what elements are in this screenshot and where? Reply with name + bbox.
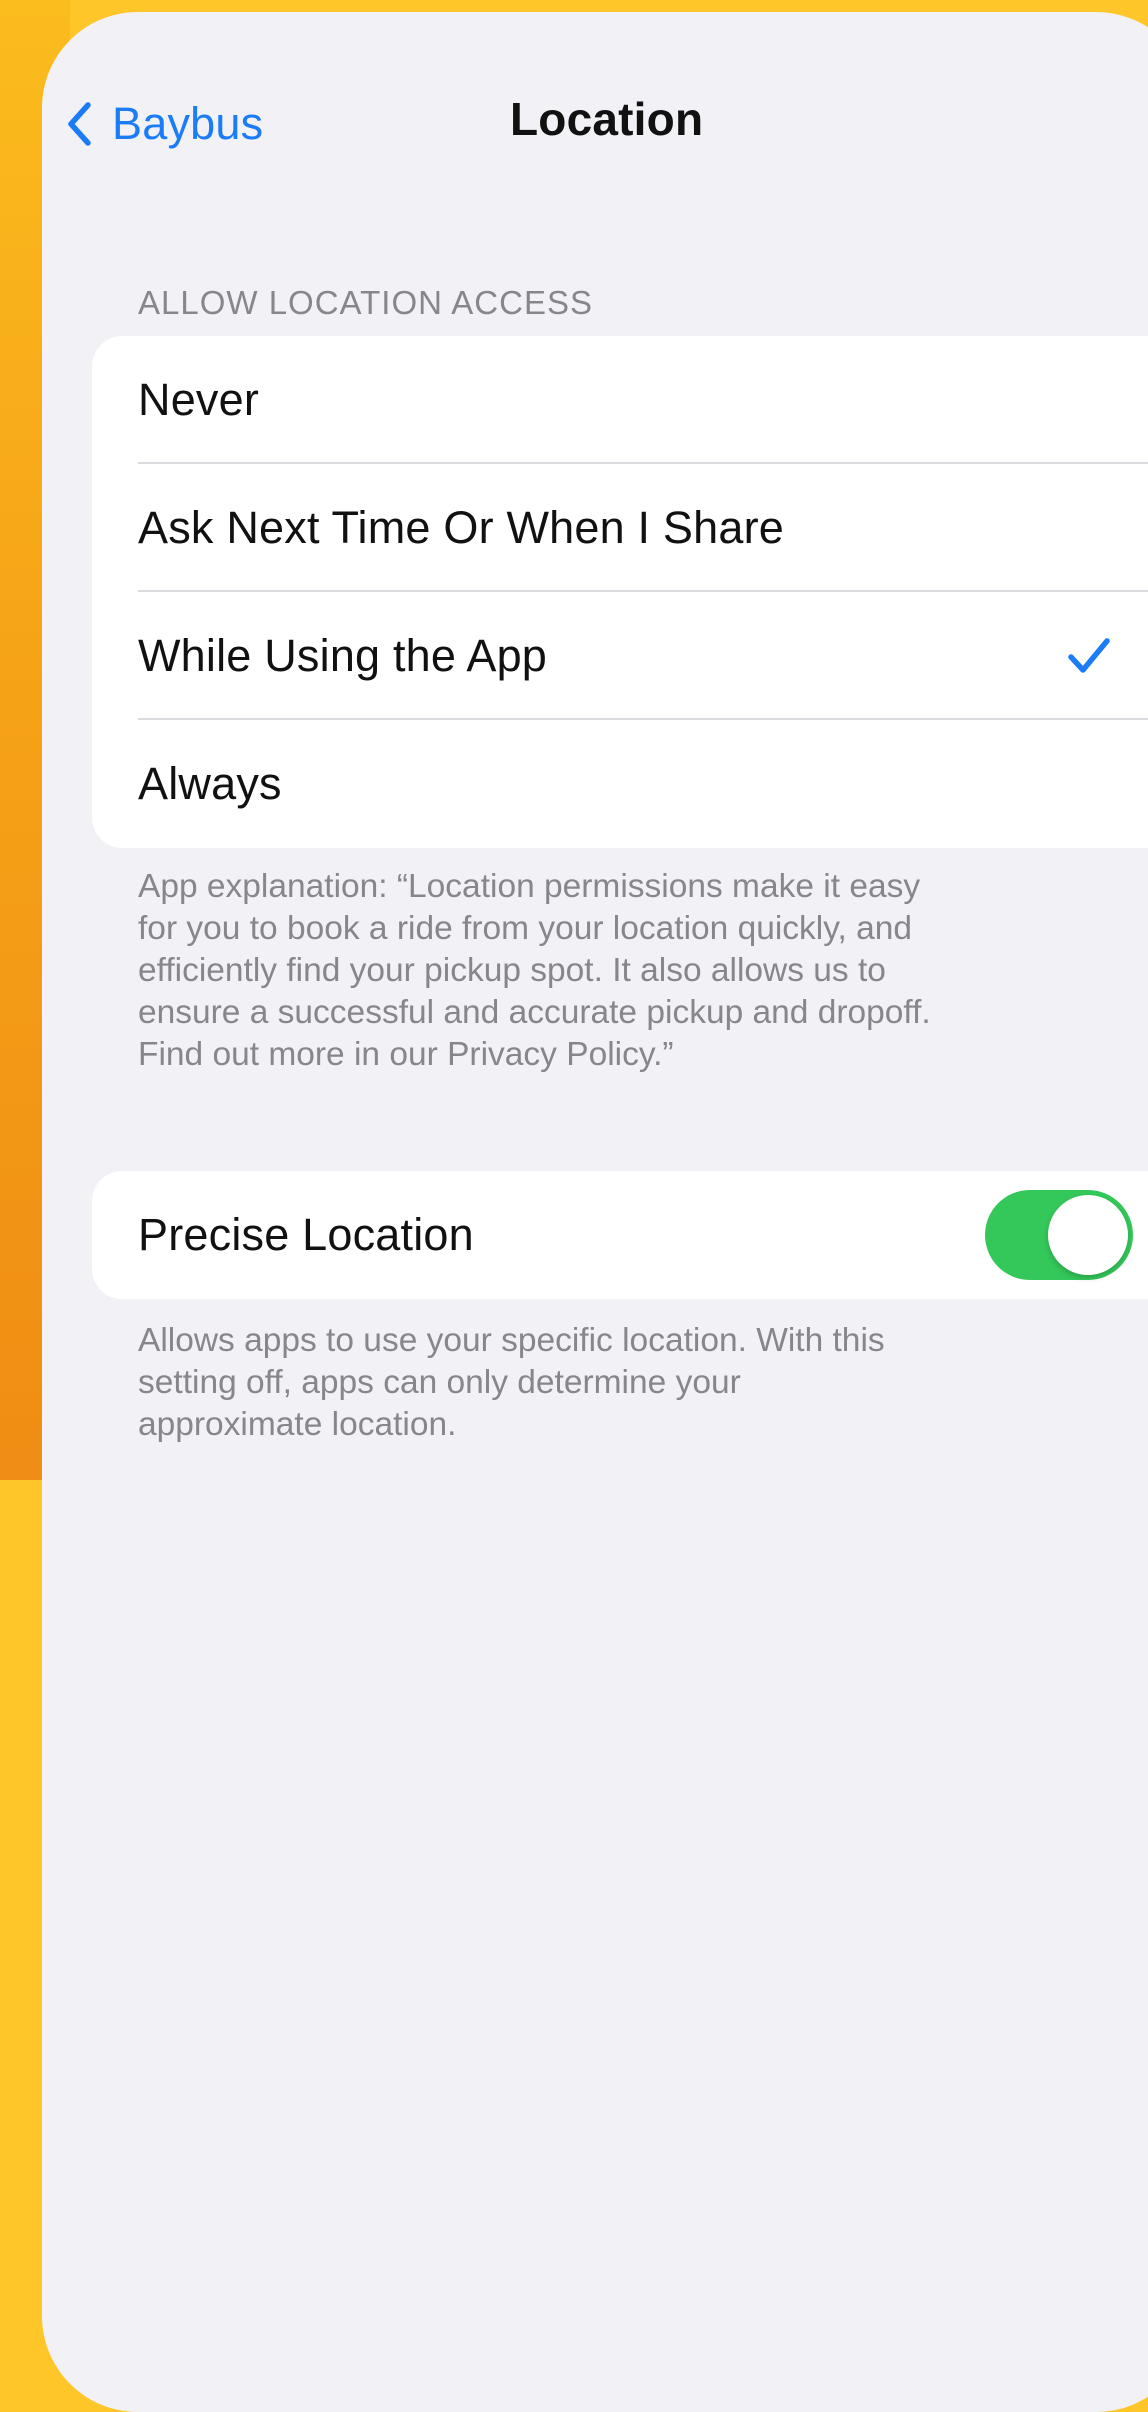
section-header-location-access: ALLOW LOCATION ACCESS bbox=[138, 284, 593, 321]
chevron-left-icon bbox=[66, 101, 92, 147]
option-label: While Using the App bbox=[138, 630, 548, 681]
footnote-line: for you to book a ride from your locatio… bbox=[138, 910, 913, 947]
phone-screen: Baybus Location ALLOW LOCATION ACCESS Ne… bbox=[42, 12, 1148, 2412]
app-explanation-footnote: App explanation: “Location permissions m… bbox=[138, 866, 1078, 1076]
option-label: Never bbox=[138, 374, 260, 425]
back-button[interactable]: Baybus bbox=[66, 82, 263, 166]
footnote-line: approximate location. bbox=[138, 1406, 457, 1443]
back-button-label: Baybus bbox=[112, 98, 264, 149]
option-label: Ask Next Time Or When I Share bbox=[138, 502, 784, 553]
footnote-line: ensure a successful and accurate pickup … bbox=[138, 994, 931, 1031]
option-ask-next-time[interactable]: Ask Next Time Or When I Share bbox=[92, 464, 1148, 592]
precise-location-toggle[interactable] bbox=[985, 1190, 1133, 1280]
footnote-line: efficiently find your pickup spot. It al… bbox=[138, 952, 886, 989]
footnote-line: setting off, apps can only determine you… bbox=[138, 1364, 741, 1401]
option-never[interactable]: Never bbox=[92, 336, 1148, 464]
option-label: Always bbox=[138, 758, 282, 809]
checkmark-icon bbox=[1067, 592, 1111, 720]
footnote-line: Allows apps to use your specific locatio… bbox=[138, 1322, 885, 1359]
footnote-line: Find out more in our Privacy Policy.” bbox=[138, 1036, 674, 1073]
toggle-knob bbox=[1048, 1195, 1128, 1275]
option-always[interactable]: Always bbox=[92, 720, 1148, 848]
precise-location-footnote: Allows apps to use your specific locatio… bbox=[138, 1320, 1078, 1446]
location-access-options: Never Ask Next Time Or When I Share Whil… bbox=[92, 336, 1148, 848]
precise-location-cell: Precise Location bbox=[92, 1171, 1148, 1299]
option-while-using-app[interactable]: While Using the App bbox=[92, 592, 1148, 720]
footnote-line: App explanation: “Location permissions m… bbox=[138, 868, 921, 905]
precise-location-row: Precise Location bbox=[92, 1171, 1148, 1299]
page-title: Location bbox=[510, 93, 704, 145]
precise-location-label: Precise Location bbox=[138, 1209, 474, 1260]
